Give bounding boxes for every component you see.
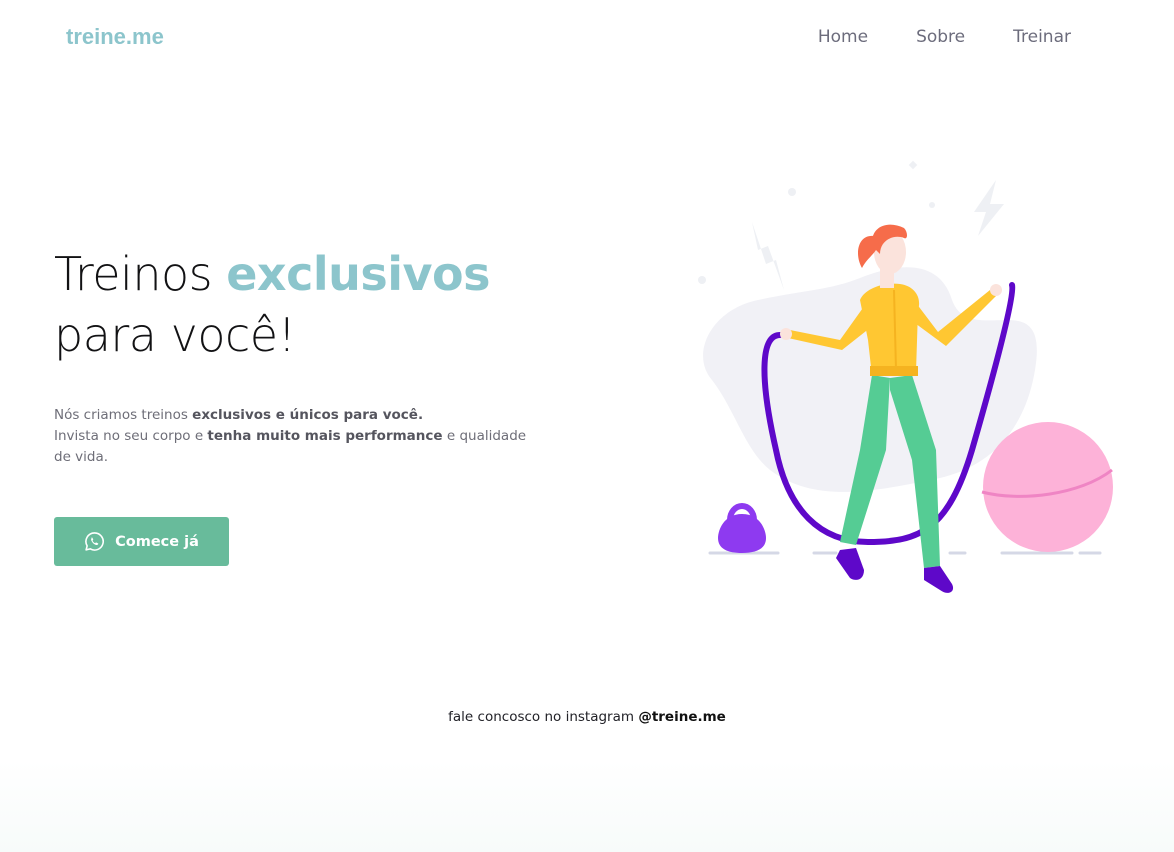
waistband [870,366,918,376]
hand-left [780,328,792,340]
start-now-button[interactable]: Comece já [54,517,229,566]
main-nav: Home Sobre Treinar [818,27,1071,47]
hero-title-suffix: para você! [54,308,296,362]
sparkle-dot [929,202,935,208]
instagram-note: fale concosco no instagram @treine.me [0,709,1174,725]
exercise-ball [981,422,1113,552]
hero-line1-plain: Nós criamos treinos [54,407,193,423]
lightning-icon [974,180,1004,236]
nav-sobre[interactable]: Sobre [916,27,965,47]
shoe-right [924,566,954,593]
brand-logo[interactable]: treine.me [66,24,164,50]
sparkle-dot [908,160,918,170]
hero-line2-plain: Invista no seu corpo e [54,428,208,444]
nav-treinar[interactable]: Treinar [1013,27,1071,47]
shoe-left [836,548,864,580]
hand-right [990,284,1002,296]
hero-line1-bold: exclusivos e únicos para você. [192,407,424,423]
sparkle-dot [698,276,706,284]
start-now-label: Comece já [115,533,199,550]
hero-title: Treinos exclusivos para você! [54,244,614,366]
sparkle-dot [788,188,796,196]
hero-line2-bold: tenha muito mais performance [207,428,443,444]
hero-title-accent: exclusivos [226,247,490,301]
instagram-handle-link[interactable]: @treine.me [638,709,726,725]
whatsapp-icon [85,532,105,551]
kettlebell [718,503,766,553]
ponytail [858,235,876,268]
lightning-icon [752,222,784,290]
woman-jumping-rope-illustration [698,160,1113,593]
nav-home[interactable]: Home [818,27,868,47]
hero-description: Nós criamos treinos exclusivos e únicos … [54,405,534,468]
instagram-note-prefix: fale concosco no instagram [448,709,639,725]
hero-title-prefix: Treinos [54,247,227,301]
